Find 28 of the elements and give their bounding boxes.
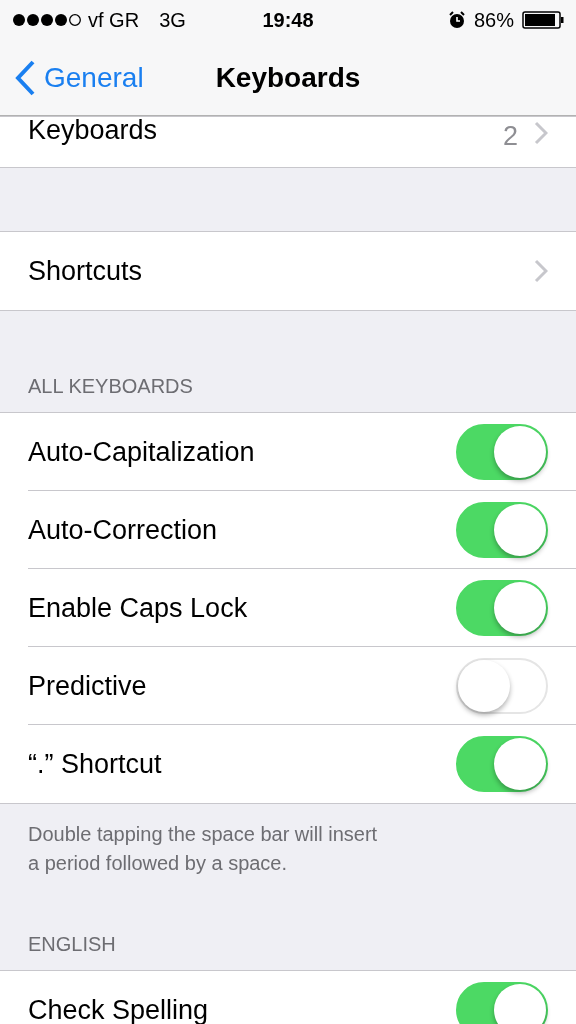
- row-label[interactable]: Keyboards: [28, 115, 503, 146]
- screen-title: Keyboards: [215, 61, 361, 93]
- alarm-clock-icon: [447, 11, 466, 29]
- chevron-icon: [534, 259, 548, 283]
- section-header: ALL KEYBOARDS: [27, 374, 194, 399]
- toggle-switch[interactable]: [456, 736, 548, 792]
- row-label: Enable Caps Lock: [28, 592, 249, 624]
- row-label: Auto-Correction: [28, 514, 219, 546]
- back-chevron-icon: [14, 59, 36, 96]
- toggle-switch[interactable]: [456, 580, 548, 636]
- row-value: 2: [502, 121, 518, 152]
- battery-icon: [522, 11, 564, 29]
- row-label: Auto-Capitalization: [28, 436, 256, 468]
- section-header: ENGLISH: [27, 932, 117, 957]
- signal-icon: [12, 13, 82, 27]
- carrier-name: vf GR: [88, 8, 140, 32]
- clock-time: 19:48: [262, 8, 314, 32]
- row-label: “.” Shortcut: [28, 748, 163, 780]
- section-footer: Double tapping the space bar will insert a period followed by a space.: [0, 804, 416, 878]
- battery-percent: 86%: [473, 8, 514, 32]
- network-type: 3G: [159, 8, 186, 32]
- toggle-switch[interactable]: [456, 982, 548, 1024]
- row-label: Predictive: [28, 670, 148, 702]
- toggle-switch[interactable]: [456, 424, 548, 480]
- toggle-switch[interactable]: [456, 502, 548, 558]
- row-label: Check Spelling: [28, 994, 210, 1024]
- back-button[interactable]: General: [0, 58, 150, 97]
- chevron-icon: [534, 121, 548, 145]
